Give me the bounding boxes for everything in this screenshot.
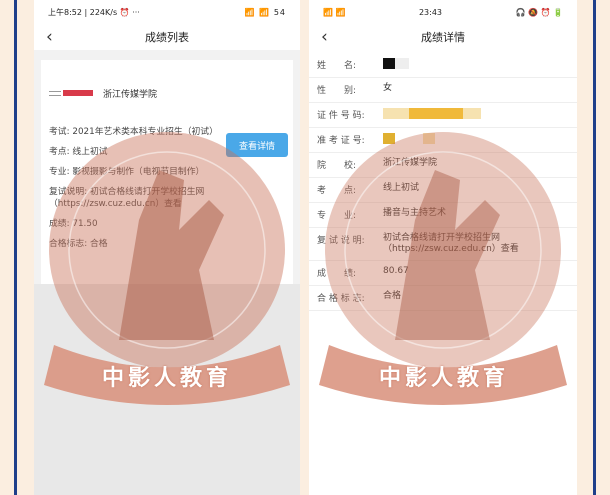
detail-row: 准 考 证 号: bbox=[309, 128, 577, 153]
status-bar: 📶 📶 23:43 🎧 🔕 ⏰ 🔋 bbox=[309, 0, 577, 24]
exam-line: 考试: 2021年艺术类本科专业招生（初试） bbox=[49, 127, 218, 137]
detail-row: 证 件 号 码: bbox=[309, 103, 577, 128]
detail-row: 复 试 说 明: 初试合格线请打开学校招生网（https://zsw.cuz.e… bbox=[309, 228, 577, 261]
site-line: 考点: 线上初试 bbox=[49, 147, 108, 157]
score-line: 成绩: 71.50 bbox=[49, 219, 98, 229]
back-icon[interactable]: ‹ bbox=[321, 27, 328, 47]
detail-row: 考 点: 线上初试 bbox=[309, 178, 577, 203]
nav-bar: ‹ 成绩列表 bbox=[34, 24, 300, 50]
detail-list: 姓 名: 性 别: 女 证 件 号 码: 准 考 证 号: 院 校: 浙江传媒学… bbox=[309, 53, 577, 311]
detail-row: 院 校: 浙江传媒学院 bbox=[309, 153, 577, 178]
redacted-id bbox=[409, 108, 463, 119]
watermark-text: 中影人教育 bbox=[102, 365, 233, 391]
detail-row: 专 业: 播音与主持艺术 bbox=[309, 203, 577, 228]
score-detail-screen: 📶 📶 23:43 🎧 🔕 ⏰ 🔋 ‹ 成绩详情 姓 名: 性 别: 女 证 件… bbox=[309, 0, 577, 495]
redacted-name bbox=[383, 58, 395, 69]
status-time: 上午8:52 | 224K/s bbox=[48, 7, 118, 17]
retest-line: 复试说明: 初试合格线请打开学校招生网（https://zsw.cuz.edu.… bbox=[49, 187, 205, 209]
page-title: 成绩列表 bbox=[145, 31, 189, 44]
status-right-icons: 🎧 🔕 ⏰ 🔋 bbox=[515, 7, 563, 17]
page-title: 成绩详情 bbox=[421, 31, 465, 44]
school-logo-redacted bbox=[49, 90, 93, 96]
view-details-button[interactable]: 查看详情 bbox=[226, 133, 288, 157]
detail-row: 性 别: 女 bbox=[309, 78, 577, 103]
back-icon[interactable]: ‹ bbox=[46, 27, 53, 47]
score-card[interactable]: 浙江传媒学院 考试: 2021年艺术类本科专业招生（初试） 考点: 线上初试 专… bbox=[41, 60, 293, 284]
status-bar: 上午8:52 | 224K/s ⏰ ··· 📶 📶 54 bbox=[34, 0, 300, 24]
status-icons: 📶 📶 54 bbox=[244, 7, 286, 17]
detail-row: 成 绩: 80.67 bbox=[309, 261, 577, 286]
pass-line: 合格标志: 合格 bbox=[49, 239, 108, 249]
status-left-icons: 📶 📶 bbox=[323, 7, 346, 17]
watermark-text: 中影人教育 bbox=[379, 365, 510, 391]
school-name: 浙江传媒学院 bbox=[103, 89, 158, 100]
detail-row: 姓 名: bbox=[309, 53, 577, 78]
nav-bar: ‹ 成绩详情 bbox=[309, 24, 577, 50]
score-list-screen: 上午8:52 | 224K/s ⏰ ··· 📶 📶 54 ‹ 成绩列表 浙江传媒… bbox=[34, 0, 300, 495]
status-time: 23:43 bbox=[418, 7, 443, 17]
school-row: 浙江传媒学院 bbox=[49, 60, 285, 126]
detail-row: 合 格 标 志: 合格 bbox=[309, 286, 577, 311]
redacted-ticket bbox=[383, 133, 395, 144]
major-line: 专业: 影视摄影与制作（电视节目制作） bbox=[49, 167, 205, 177]
